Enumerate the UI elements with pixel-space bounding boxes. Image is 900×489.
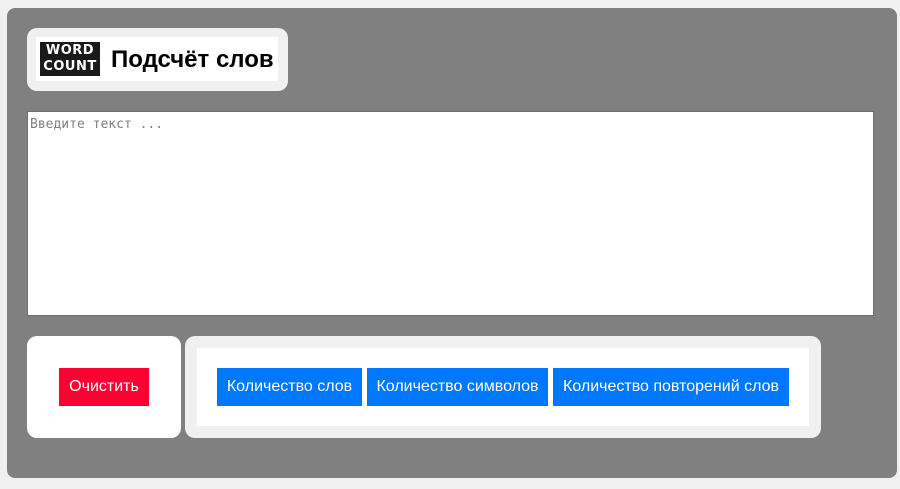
text-input[interactable] — [27, 111, 874, 316]
header-inner: WORD COUNT Подсчёт слов — [36, 37, 278, 81]
actions-panel: Количество слов Количество символов Коли… — [185, 336, 821, 438]
actions-inner: Количество слов Количество символов Коли… — [197, 348, 809, 426]
count-words-button[interactable]: Количество слов — [217, 368, 362, 406]
header-panel: WORD COUNT Подсчёт слов — [27, 28, 288, 91]
logo-line-2: COUNT — [43, 59, 97, 74]
app-container: WORD COUNT Подсчёт слов Очистить Количес… — [7, 8, 897, 478]
page-title: Подсчёт слов — [111, 46, 274, 73]
count-chars-button[interactable]: Количество символов — [367, 368, 548, 406]
count-repeats-button[interactable]: Количество повторений слов — [553, 368, 789, 406]
clear-button[interactable]: Очистить — [59, 368, 149, 406]
logo-line-1: WORD — [45, 43, 95, 58]
clear-panel: Очистить — [27, 336, 181, 438]
word-count-logo-icon: WORD COUNT — [40, 42, 100, 76]
